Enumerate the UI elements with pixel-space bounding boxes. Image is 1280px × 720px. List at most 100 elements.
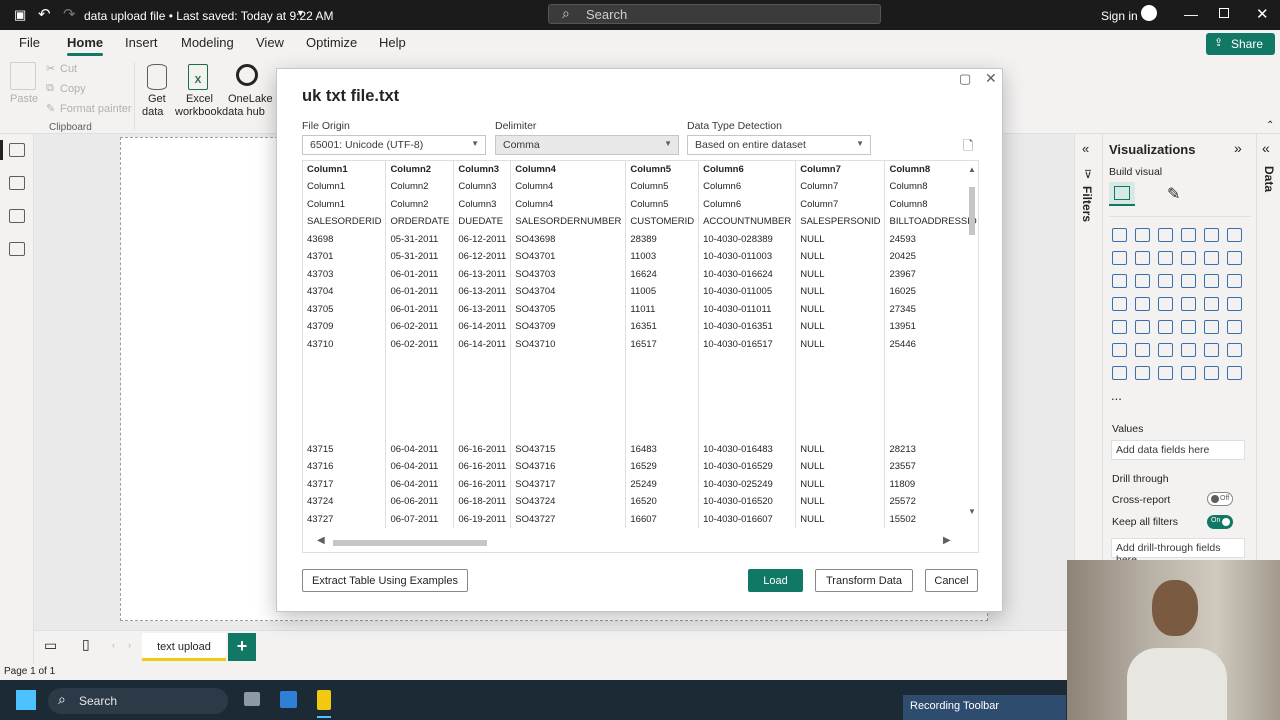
menu-optimize[interactable]: Optimize xyxy=(306,35,357,50)
donut-visual-icon[interactable] xyxy=(1204,274,1219,288)
load-button[interactable]: Load xyxy=(748,569,803,592)
vertical-scrollbar[interactable]: ▲ ▼ xyxy=(968,165,976,521)
power-automate-visual-icon[interactable] xyxy=(1158,366,1173,380)
extract-table-button[interactable]: Extract Table Using Examples xyxy=(302,569,468,592)
vertical-scroll-thumb[interactable] xyxy=(969,187,975,235)
clustered-column-visual-icon[interactable] xyxy=(1181,228,1196,242)
pie-visual-icon[interactable] xyxy=(1181,274,1196,288)
waterfall-visual-icon[interactable] xyxy=(1204,251,1219,265)
model-view-icon[interactable] xyxy=(9,209,25,223)
signin-button[interactable]: Sign in xyxy=(1101,9,1138,23)
column-header[interactable]: Column4 xyxy=(510,161,627,178)
paste-button[interactable]: Paste xyxy=(10,93,38,105)
menu-help[interactable]: Help xyxy=(379,35,406,50)
page-tab[interactable]: text upload xyxy=(142,633,226,661)
prev-page-icon[interactable]: ‹ xyxy=(112,640,115,650)
format-painter-button[interactable]: Format painter xyxy=(60,103,132,115)
area-visual-icon[interactable] xyxy=(1135,251,1150,265)
menu-insert[interactable]: Insert xyxy=(125,35,158,50)
share-button[interactable]: ⇪ Share xyxy=(1206,33,1275,55)
build-visual-tab[interactable] xyxy=(1109,182,1135,206)
minimize-icon[interactable]: — xyxy=(1184,6,1198,22)
r-visual-visual-icon[interactable] xyxy=(1227,320,1242,334)
menu-file[interactable]: File xyxy=(19,35,40,50)
map-visual-icon[interactable] xyxy=(1112,297,1127,311)
excel-button[interactable]: Excel xyxy=(186,93,213,105)
slicer-visual-icon[interactable] xyxy=(1158,320,1173,334)
format-visual-icon[interactable]: ✎ xyxy=(1167,184,1180,204)
column-header[interactable]: Column2 xyxy=(385,161,455,178)
title-dropdown-icon[interactable]: ▼ xyxy=(296,8,305,18)
refresh-preview-icon[interactable]: 🗋 xyxy=(963,137,973,159)
redo-icon[interactable]: ↷ xyxy=(63,5,76,23)
maximize-icon[interactable] xyxy=(1219,8,1229,18)
azure-map-visual-icon[interactable] xyxy=(1181,297,1196,311)
stacked-area-visual-icon[interactable] xyxy=(1158,251,1173,265)
matrix-visual-icon[interactable] xyxy=(1204,320,1219,334)
column-header[interactable]: Column3 xyxy=(453,161,512,178)
column-header[interactable]: Column1 xyxy=(303,161,387,178)
file-origin-select[interactable]: 65001: Unicode (UTF-8) ▼ xyxy=(302,135,486,155)
menu-home[interactable]: Home xyxy=(67,35,104,56)
trophy-visual-icon[interactable] xyxy=(1227,343,1242,357)
get-data-button-line2[interactable]: data xyxy=(142,106,163,118)
metrics-visual-icon[interactable] xyxy=(1181,366,1196,380)
column-header[interactable]: Column7 xyxy=(795,161,886,178)
column-header[interactable]: Column8 xyxy=(884,161,978,178)
horizontal-scroll-thumb[interactable] xyxy=(333,540,487,546)
diamond-visual-icon[interactable] xyxy=(1204,366,1219,380)
filled-map-visual-icon[interactable] xyxy=(1135,297,1150,311)
stacked-column-visual-icon[interactable] xyxy=(1135,228,1150,242)
taskbar-search[interactable]: ⌕ Search xyxy=(48,688,228,714)
python-visual-visual-icon[interactable] xyxy=(1112,343,1127,357)
power-apps-visual-icon[interactable] xyxy=(1135,366,1150,380)
scatter-visual-icon[interactable] xyxy=(1158,274,1173,288)
keep-filters-toggle[interactable]: On xyxy=(1207,515,1233,529)
maximize-dialog-icon[interactable]: ▢ xyxy=(959,71,971,87)
gauge-visual-icon[interactable] xyxy=(1204,297,1219,311)
add-page-button[interactable]: + xyxy=(228,633,256,661)
cancel-button[interactable]: Cancel xyxy=(925,569,978,592)
cross-report-toggle[interactable]: Off xyxy=(1207,492,1233,506)
desktop-layout-icon[interactable]: ▭ xyxy=(44,637,57,654)
search-input[interactable]: ⌕ Search xyxy=(548,4,881,24)
expand-filters-icon[interactable]: « xyxy=(1082,141,1089,156)
powerbi-taskbar-icon[interactable] xyxy=(317,690,331,710)
copy-button[interactable]: Copy xyxy=(60,83,86,95)
decomposition-visual-icon[interactable] xyxy=(1158,343,1173,357)
column-header[interactable]: Column6 xyxy=(698,161,797,178)
paginated-visual-icon[interactable] xyxy=(1112,366,1127,380)
delimiter-select[interactable]: Comma ▼ xyxy=(495,135,679,155)
table-view-icon[interactable] xyxy=(9,176,25,190)
clustered-bar-visual-icon[interactable] xyxy=(1158,228,1173,242)
scroll-right-icon[interactable]: ▶ xyxy=(943,535,951,546)
arrow-visual-icon[interactable] xyxy=(1227,366,1242,380)
menu-modeling[interactable]: Modeling xyxy=(181,35,234,50)
expand-data-icon[interactable]: « xyxy=(1262,140,1270,156)
recording-toolbar[interactable]: Recording Toolbar xyxy=(903,695,1066,720)
data-preview-grid[interactable]: Column1 Column2 Column3 Column4 Column5 Colum… xyxy=(302,160,979,553)
windows-start-icon[interactable] xyxy=(16,690,36,710)
line-column-visual-icon[interactable] xyxy=(1112,274,1127,288)
ribbon-collapse-icon[interactable]: ⌃ xyxy=(1266,120,1274,131)
scroll-left-icon[interactable]: ◀ xyxy=(317,535,325,546)
dax-query-view-icon[interactable] xyxy=(9,242,25,256)
account-icon[interactable] xyxy=(1141,5,1157,21)
close-dialog-icon[interactable]: ✕ xyxy=(985,70,997,87)
ribbon-visual-icon[interactable] xyxy=(1181,251,1196,265)
multirow-card-visual-icon[interactable] xyxy=(1112,320,1127,334)
more-visuals-icon[interactable]: ... xyxy=(1111,388,1122,403)
detection-select[interactable]: Based on entire dataset ▼ xyxy=(687,135,871,155)
qa-visual-icon[interactable] xyxy=(1181,343,1196,357)
onelake-button-line2[interactable]: data hub xyxy=(222,106,265,118)
drill-through-field[interactable]: Add drill-through fields here xyxy=(1111,538,1245,566)
data-pane-collapsed[interactable]: « Data xyxy=(1256,134,1280,564)
scroll-up-icon[interactable]: ▲ xyxy=(968,165,976,174)
values-field[interactable]: Add data fields here xyxy=(1111,440,1245,460)
card-visual-icon[interactable] xyxy=(1227,297,1242,311)
100-bar-visual-icon[interactable] xyxy=(1204,228,1219,242)
key-influencers-visual-icon[interactable] xyxy=(1135,343,1150,357)
undo-icon[interactable]: ↶ xyxy=(38,5,51,23)
collapse-viz-icon[interactable]: » xyxy=(1234,140,1242,156)
transform-data-button[interactable]: Transform Data xyxy=(815,569,913,592)
